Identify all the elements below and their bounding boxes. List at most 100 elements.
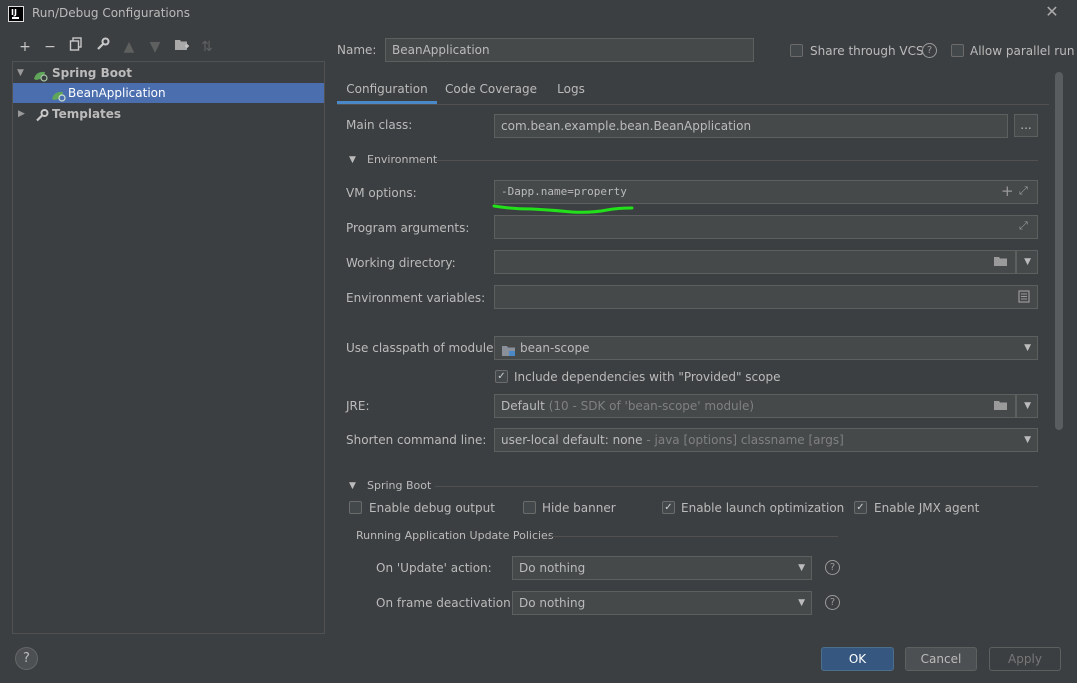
environment-section-label: Environment bbox=[367, 153, 438, 166]
vm-options-label: VM options: bbox=[346, 186, 417, 200]
enable-debug-output-label: Enable debug output bbox=[369, 501, 495, 515]
spring-boot-icon bbox=[33, 68, 48, 82]
update-action-label: On 'Update' action: bbox=[376, 561, 492, 575]
include-dependencies-label: Include dependencies with "Provided" sco… bbox=[514, 370, 781, 384]
enable-launch-optimization-label: Enable launch optimization bbox=[681, 501, 845, 515]
share-vcs-label: Share through VCS bbox=[810, 44, 924, 58]
enable-jmx-agent-checkbox[interactable]: ✓ bbox=[854, 501, 867, 514]
section-collapse-icon[interactable]: ▼ bbox=[349, 481, 356, 491]
cancel-button[interactable]: Cancel bbox=[905, 647, 977, 671]
section-divider bbox=[548, 536, 838, 537]
frame-deactivation-dropdown[interactable]: Do nothing ▼ bbox=[512, 591, 812, 615]
move-down-icon[interactable]: ▼ bbox=[145, 37, 165, 57]
allow-parallel-label: Allow parallel run bbox=[970, 44, 1075, 58]
hide-banner-checkbox[interactable] bbox=[523, 501, 536, 514]
main-class-label: Main class: bbox=[346, 118, 413, 132]
wrench-icon bbox=[35, 108, 49, 122]
help-icon[interactable]: ? bbox=[15, 647, 38, 670]
allow-parallel-checkbox[interactable] bbox=[951, 44, 964, 57]
chevron-down-icon: ▼ bbox=[1024, 257, 1031, 267]
expand-icon[interactable]: ⤢ bbox=[1019, 219, 1028, 233]
working-directory-dropdown[interactable]: ▼ bbox=[1016, 250, 1038, 274]
chevron-down-icon: ▼ bbox=[798, 563, 805, 573]
frame-deactivation-label: On frame deactivation: bbox=[376, 596, 515, 610]
classpath-module-value: bean-scope bbox=[520, 341, 590, 355]
section-divider bbox=[436, 160, 1038, 161]
expand-icon[interactable]: ⤢ bbox=[1019, 184, 1028, 198]
tree-item-spring-boot[interactable]: ▼ Spring Boot bbox=[13, 63, 324, 83]
help-icon[interactable]: ? bbox=[825, 560, 840, 575]
shorten-value: user-local default: none bbox=[501, 433, 643, 447]
update-policies-label: Running Application Update Policies bbox=[356, 529, 554, 542]
sort-icon[interactable]: ⇅ bbox=[197, 37, 217, 57]
tab-logs[interactable]: Logs bbox=[549, 76, 593, 104]
tree-item-label: Spring Boot bbox=[52, 66, 132, 80]
shorten-detail: - java [options] classname [args] bbox=[646, 433, 844, 447]
vm-options-field[interactable]: -Dapp.name=property bbox=[494, 180, 1038, 204]
section-collapse-icon[interactable]: ▼ bbox=[349, 155, 356, 165]
ok-button[interactable]: OK bbox=[821, 647, 894, 671]
move-up-icon[interactable]: ▲ bbox=[119, 37, 139, 57]
app-icon-text: IJ bbox=[11, 8, 17, 17]
remove-icon[interactable]: − bbox=[40, 37, 60, 57]
tab-code-coverage[interactable]: Code Coverage bbox=[441, 76, 541, 104]
apply-button[interactable]: Apply bbox=[989, 647, 1061, 671]
update-action-value: Do nothing bbox=[519, 561, 586, 575]
folder-icon[interactable] bbox=[993, 399, 1008, 414]
collapsed-arrow-icon[interactable]: ▶ bbox=[18, 104, 25, 124]
intellij-app-icon: IJ bbox=[8, 6, 24, 22]
help-icon[interactable]: ? bbox=[825, 595, 840, 610]
update-action-dropdown[interactable]: Do nothing ▼ bbox=[512, 556, 812, 580]
module-folder-icon bbox=[501, 342, 517, 364]
section-divider bbox=[435, 486, 1038, 487]
program-arguments-label: Program arguments: bbox=[346, 221, 470, 235]
shorten-command-line-label: Shorten command line: bbox=[346, 433, 487, 447]
environment-variables-label: Environment variables: bbox=[346, 291, 486, 305]
working-directory-label: Working directory: bbox=[346, 256, 456, 270]
name-field[interactable]: BeanApplication bbox=[385, 38, 754, 62]
tree-item-templates[interactable]: ▶ Templates bbox=[13, 104, 324, 124]
jre-field[interactable]: Default (10 - SDK of 'bean-scope' module… bbox=[494, 394, 1016, 418]
chevron-down-icon: ▼ bbox=[1024, 401, 1031, 411]
tab-configuration[interactable]: Configuration bbox=[337, 76, 437, 104]
include-dependencies-checkbox[interactable]: ✓ bbox=[495, 370, 508, 383]
working-directory-field[interactable] bbox=[494, 250, 1016, 274]
wrench-icon[interactable] bbox=[93, 37, 113, 57]
add-icon[interactable]: + bbox=[15, 37, 35, 57]
help-icon[interactable]: ? bbox=[922, 43, 937, 58]
green-underline-annotation bbox=[492, 204, 634, 214]
add-icon[interactable]: + bbox=[1001, 182, 1014, 200]
frame-deactivation-value: Do nothing bbox=[519, 596, 586, 610]
shorten-command-line-dropdown[interactable]: user-local default: none - java [options… bbox=[494, 428, 1038, 452]
jre-dropdown[interactable]: ▼ bbox=[1016, 394, 1038, 418]
copy-icon[interactable] bbox=[66, 37, 86, 57]
enable-debug-output-checkbox[interactable] bbox=[349, 501, 362, 514]
tree-item-beanapplication[interactable]: BeanApplication bbox=[13, 83, 324, 103]
tree-item-label: BeanApplication bbox=[68, 86, 166, 100]
main-class-field[interactable]: com.bean.example.bean.BeanApplication bbox=[494, 114, 1008, 138]
folder-add-icon[interactable] bbox=[171, 37, 191, 57]
classpath-module-dropdown[interactable]: bean-scope ▼ bbox=[494, 336, 1038, 360]
vertical-scrollbar[interactable] bbox=[1055, 72, 1063, 430]
environment-variables-field[interactable] bbox=[494, 285, 1038, 309]
jre-value: Default bbox=[501, 399, 545, 413]
configuration-tree: ▼ Spring Boot BeanApplication ▶ Template… bbox=[12, 61, 325, 634]
tree-item-label: Templates bbox=[52, 107, 122, 121]
chevron-down-icon: ▼ bbox=[1024, 343, 1031, 353]
enable-launch-optimization-checkbox[interactable]: ✓ bbox=[662, 501, 675, 514]
name-label: Name: bbox=[337, 43, 377, 57]
browse-main-class-button[interactable]: ... bbox=[1014, 114, 1038, 137]
window-title: Run/Debug Configurations bbox=[32, 6, 190, 20]
spring-boot-app-icon bbox=[51, 88, 66, 102]
document-icon[interactable] bbox=[1018, 290, 1030, 306]
expanded-arrow-icon[interactable]: ▼ bbox=[17, 63, 24, 83]
close-icon[interactable]: ✕ bbox=[1043, 3, 1061, 21]
jre-detail: (10 - SDK of 'bean-scope' module) bbox=[548, 399, 755, 413]
folder-icon[interactable] bbox=[993, 255, 1008, 270]
classpath-module-label: Use classpath of module: bbox=[346, 341, 498, 355]
jre-label: JRE: bbox=[346, 399, 370, 413]
share-vcs-checkbox[interactable] bbox=[790, 44, 803, 57]
spring-boot-section-label: Spring Boot bbox=[367, 479, 432, 492]
program-arguments-field[interactable] bbox=[494, 215, 1038, 239]
enable-jmx-agent-label: Enable JMX agent bbox=[874, 501, 980, 515]
